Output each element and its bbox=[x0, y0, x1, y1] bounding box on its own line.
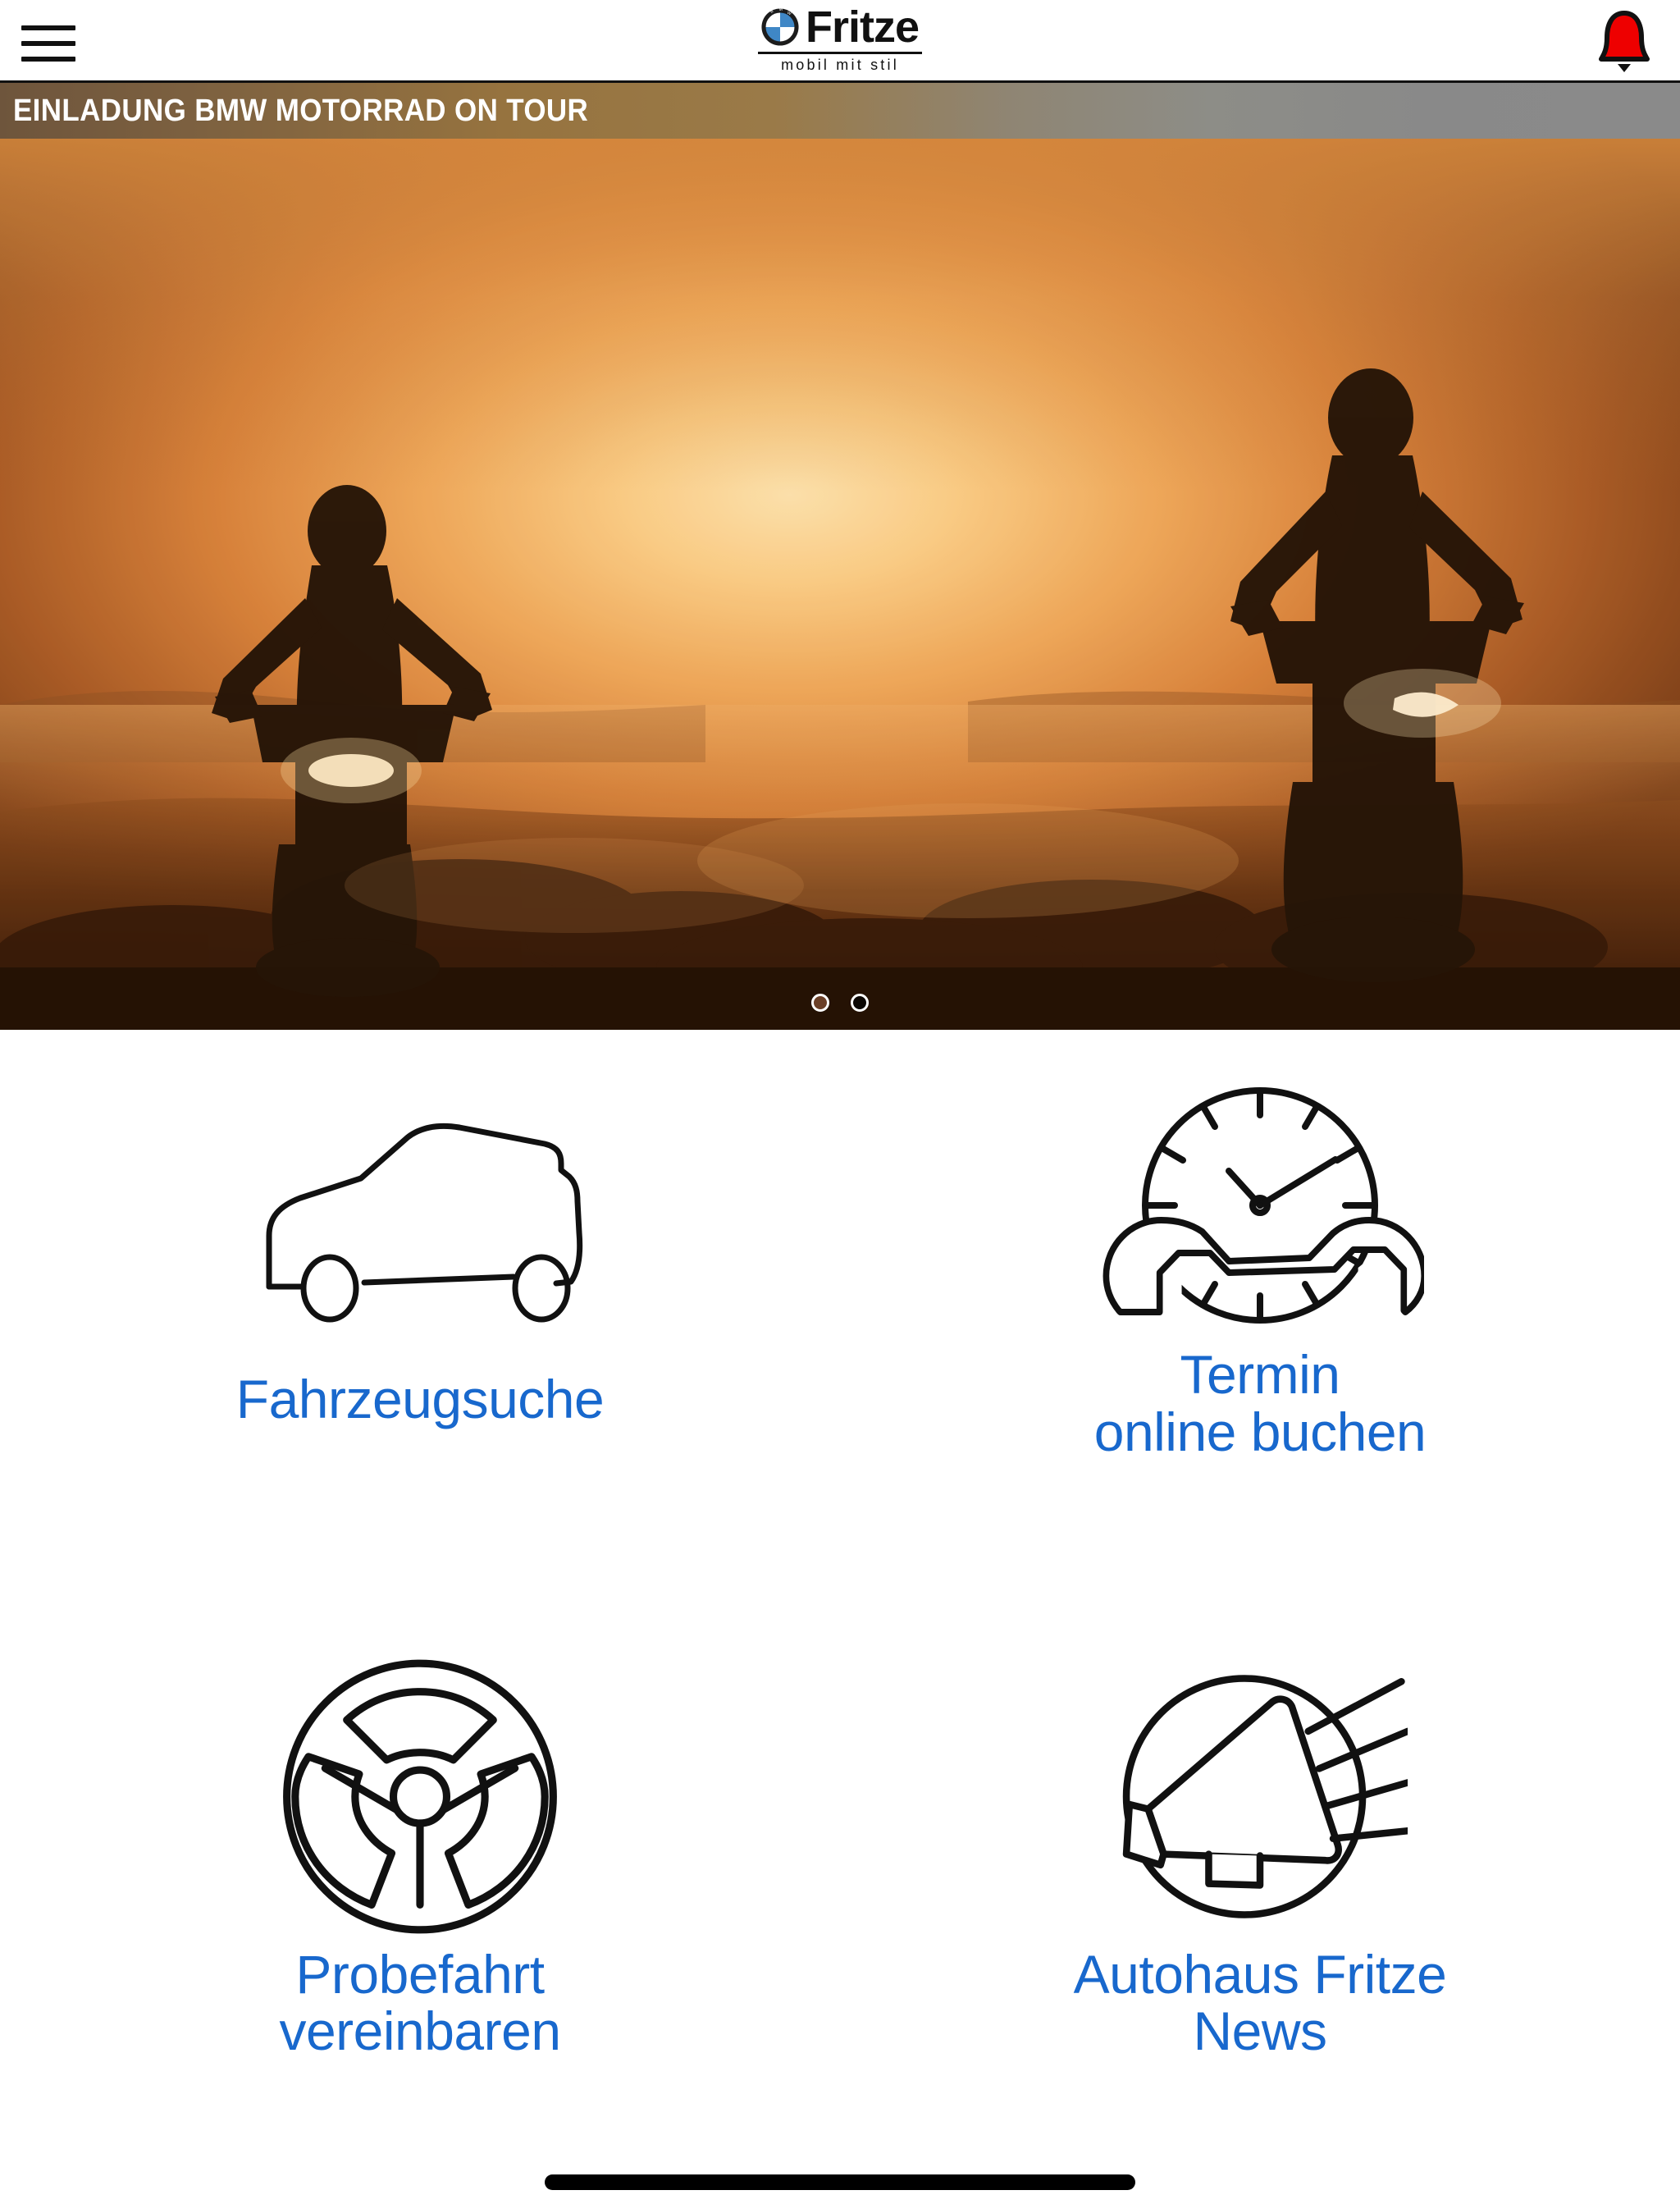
brand-name: Fritze bbox=[805, 2, 920, 52]
promo-banner[interactable]: EINLADUNG BMW MOTORRAD ON TOUR bbox=[0, 83, 1680, 139]
svg-text:M: M bbox=[779, 8, 783, 12]
hero-image bbox=[0, 139, 1680, 1030]
hamburger-line bbox=[21, 25, 75, 30]
tile-label: Termin online buchen bbox=[1093, 1344, 1427, 1462]
carousel-dot-2[interactable] bbox=[851, 994, 869, 1012]
hamburger-line bbox=[21, 41, 75, 46]
hero-carousel[interactable] bbox=[0, 139, 1680, 1030]
bell-icon[interactable] bbox=[1593, 8, 1655, 74]
home-indicator-bar[interactable] bbox=[545, 2174, 1135, 2190]
car-side-icon-glyph bbox=[266, 1123, 583, 1323]
tile-autohaus-fritze-news[interactable]: Autohaus Fritze News bbox=[840, 1617, 1680, 2204]
tile-label-line1: Fahrzeugsuche bbox=[235, 1369, 605, 1429]
carousel-dot-1[interactable] bbox=[811, 994, 829, 1012]
quick-action-grid: Fahrzeugsuche Termin online buchen Probe… bbox=[0, 1030, 1680, 2204]
tile-label-line2: online buchen bbox=[1093, 1401, 1427, 1462]
tile-fahrzeugsuche[interactable]: Fahrzeugsuche bbox=[0, 1030, 840, 1617]
clock-wrench-icon-glyph bbox=[1102, 1087, 1424, 1324]
promo-banner-text: EINLADUNG BMW MOTORRAD ON TOUR bbox=[13, 93, 589, 128]
app-screen: B M W Fritze mobil mit stil EINLADUNG BM… bbox=[0, 0, 1680, 2204]
bell-icon-glyph bbox=[1599, 11, 1650, 72]
tile-label-line2: News bbox=[1193, 2001, 1327, 2062]
tile-termin-online-buchen[interactable]: Termin online buchen bbox=[840, 1030, 1680, 1617]
tile-label-line1: Autohaus Fritze bbox=[1073, 1943, 1447, 2005]
brand-underline bbox=[758, 52, 922, 54]
bmw-roundel-icon: B M W bbox=[761, 8, 799, 46]
tile-label-line2: vereinbaren bbox=[279, 2001, 561, 2062]
tile-label-line1: Termin bbox=[1180, 1344, 1340, 1405]
megaphone-icon bbox=[1112, 1655, 1408, 1938]
tile-label: Fahrzeugsuche bbox=[235, 1369, 605, 1429]
brand-row: B M W Fritze bbox=[761, 2, 920, 52]
steering-wheel-icon-glyph bbox=[283, 1659, 557, 1933]
tile-label: Probefahrt vereinbaren bbox=[279, 1943, 561, 2062]
tile-probefahrt-vereinbaren[interactable]: Probefahrt vereinbaren bbox=[0, 1617, 840, 2204]
car-side-icon bbox=[240, 1068, 600, 1363]
tile-label-line1: Probefahrt bbox=[295, 1943, 545, 2005]
hamburger-menu-icon[interactable] bbox=[21, 25, 75, 62]
carousel-dots[interactable] bbox=[811, 994, 869, 1012]
brand-logo[interactable]: B M W Fritze mobil mit stil bbox=[758, 5, 922, 74]
clock-wrench-icon bbox=[1096, 1068, 1424, 1338]
brand-tagline: mobil mit stil bbox=[781, 57, 899, 73]
megaphone-icon-glyph bbox=[1122, 1674, 1408, 1918]
steering-wheel-icon bbox=[272, 1655, 568, 1938]
hamburger-line bbox=[21, 57, 75, 62]
top-app-bar: B M W Fritze mobil mit stil bbox=[0, 0, 1680, 83]
tile-label: Autohaus Fritze News bbox=[1074, 1946, 1447, 2061]
